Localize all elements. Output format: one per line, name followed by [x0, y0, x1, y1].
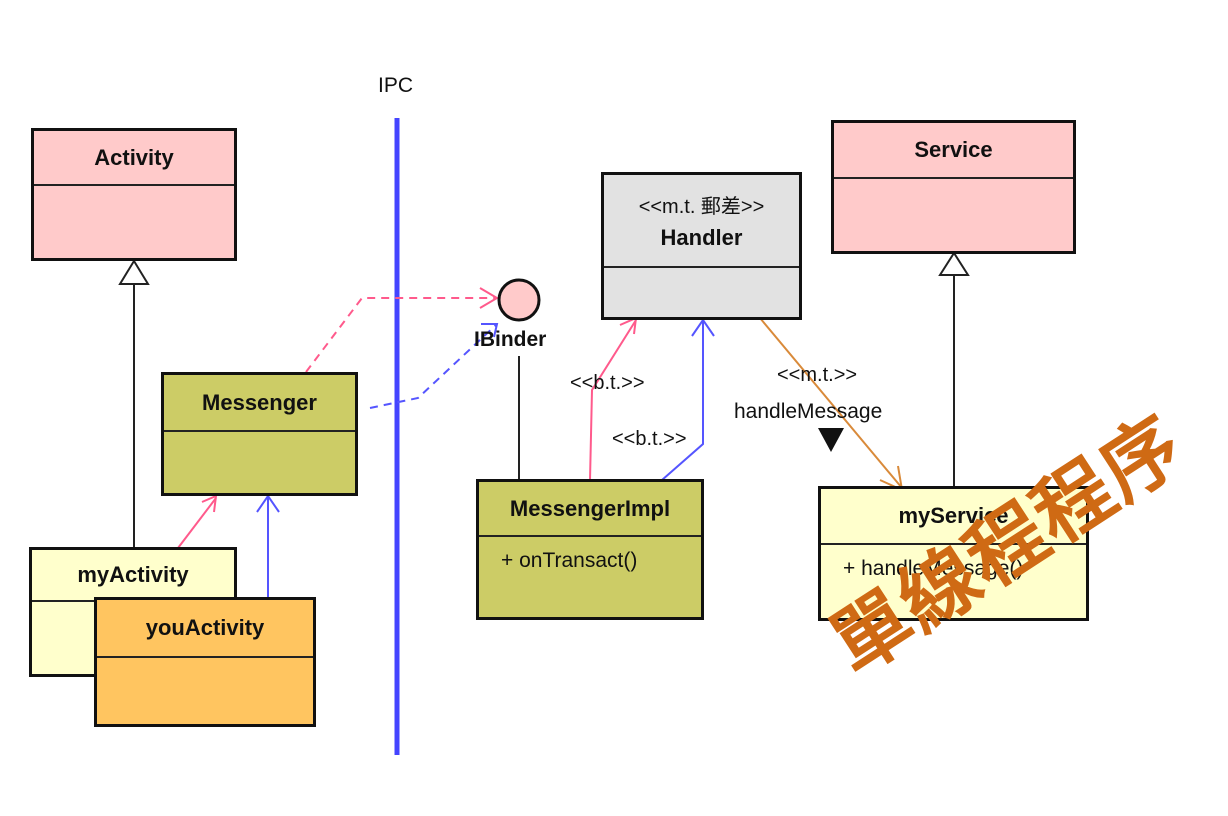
- handler-class-name: Handler: [660, 225, 743, 250]
- messenger-impl-to-handler-blue: [661, 320, 704, 481]
- ibinder-lollipop: [497, 278, 541, 322]
- my-activity-class-name: myActivity: [32, 550, 234, 602]
- handler-class-header: <<m.t. 郵差>> Handler: [604, 175, 799, 268]
- you-activity-class-name: youActivity: [97, 600, 313, 658]
- messenger-impl-class: MessengerImpl + onTransact(): [476, 479, 704, 620]
- service-class-name: Service: [834, 123, 1073, 179]
- messenger-impl-class-name: MessengerImpl: [479, 482, 701, 537]
- bt-label-blue: <<b.t.>>: [612, 428, 687, 450]
- messenger-impl-to-handler-pink: [589, 319, 637, 481]
- mt-label: <<m.t.>>: [777, 364, 858, 386]
- service-inheritance-arrowhead: [938, 251, 970, 276]
- handle-message-label: handleMessage: [734, 400, 883, 423]
- my-activity-to-messenger-arrowhead: [201, 494, 218, 513]
- message-direction-triangle: [818, 428, 844, 452]
- ibinder-label: IBinder: [474, 328, 547, 351]
- ipc-label: IPC: [378, 74, 414, 97]
- messenger-class-name: Messenger: [164, 375, 355, 432]
- you-activity-class: youActivity: [94, 597, 316, 727]
- activity-class-name: Activity: [34, 131, 234, 186]
- bt-label-pink: <<b.t.>>: [570, 372, 645, 394]
- handler-stereotype: <<m.t. 郵差>>: [638, 196, 765, 218]
- handler-class: <<m.t. 郵差>> Handler: [601, 172, 802, 320]
- activity-class: Activity: [31, 128, 237, 261]
- messenger-to-ibinder-pink-dashed: [305, 297, 497, 373]
- messenger-class: Messenger: [161, 372, 358, 496]
- my-activity-to-messenger-arrow: [177, 497, 217, 549]
- activity-inheritance-arrowhead: [118, 259, 150, 285]
- service-class: Service: [831, 120, 1076, 254]
- messenger-impl-method: + onTransact(): [501, 549, 638, 572]
- uml-diagram: IPC Activity Messenger myActivity youAct…: [0, 0, 1228, 816]
